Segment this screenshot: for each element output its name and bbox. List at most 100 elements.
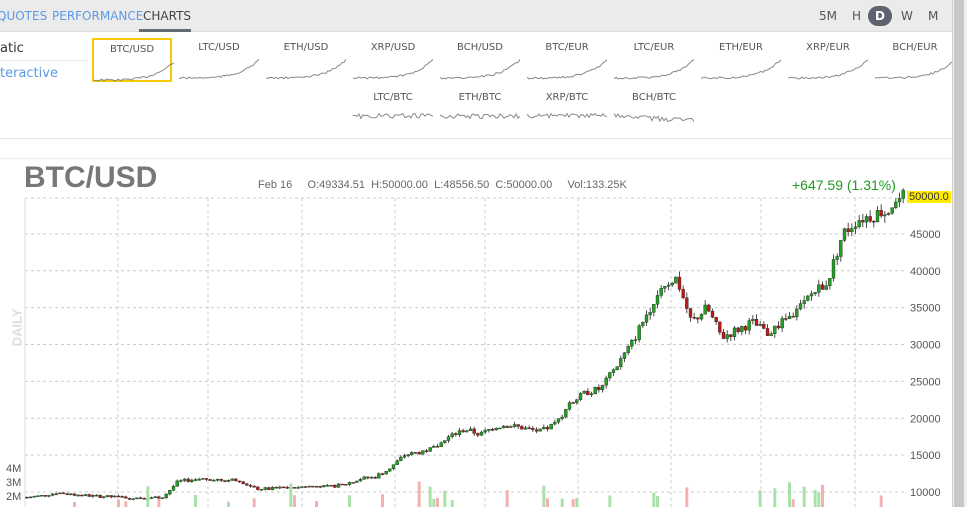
y-tick-label: 15000 xyxy=(910,450,941,462)
candle xyxy=(256,486,260,490)
candle xyxy=(446,436,451,441)
candle xyxy=(490,429,495,431)
candle xyxy=(285,487,289,489)
candle xyxy=(347,482,352,485)
candle xyxy=(619,358,623,367)
candle xyxy=(637,325,641,340)
volume-bar xyxy=(157,498,161,507)
candle xyxy=(699,314,704,320)
candle xyxy=(520,426,524,430)
candle xyxy=(556,418,561,423)
volume-bar xyxy=(417,481,421,507)
candle xyxy=(322,485,326,488)
candle xyxy=(252,485,256,488)
volume-bar xyxy=(817,492,821,507)
candle xyxy=(25,496,29,499)
high: H:50000.00 xyxy=(371,179,429,191)
candle xyxy=(754,318,759,326)
volume-bar xyxy=(608,495,612,507)
candle xyxy=(512,424,517,427)
scrollbar[interactable] xyxy=(952,0,967,507)
candle xyxy=(28,496,33,499)
candle xyxy=(740,326,744,332)
candle xyxy=(58,492,62,495)
candle xyxy=(102,496,106,498)
price-chart[interactable]: 45000 40000 35000 30000 25000 20000 15000 10000… xyxy=(0,0,952,507)
candle xyxy=(43,495,47,497)
volume-bar xyxy=(428,486,432,507)
candle xyxy=(248,485,253,487)
candle xyxy=(534,429,539,432)
candle xyxy=(410,452,414,456)
candle xyxy=(432,446,436,448)
candle xyxy=(138,497,143,500)
candle xyxy=(395,460,399,465)
candle xyxy=(135,497,139,500)
volume-bar xyxy=(791,499,795,507)
candle xyxy=(861,220,865,223)
candle xyxy=(175,480,179,487)
candle xyxy=(743,326,748,331)
candle xyxy=(509,426,513,428)
candle xyxy=(340,483,344,486)
candle xyxy=(472,428,476,434)
candle xyxy=(109,495,113,498)
candle xyxy=(872,221,876,223)
candle xyxy=(593,387,597,394)
candle xyxy=(714,317,718,323)
candle xyxy=(791,316,795,318)
period-label: DAILY xyxy=(9,308,25,347)
candle xyxy=(516,424,520,427)
candle xyxy=(736,327,740,332)
candle xyxy=(241,481,245,485)
candle xyxy=(197,479,201,481)
candle xyxy=(747,320,751,331)
candle xyxy=(897,198,902,203)
candle xyxy=(674,276,678,284)
candle xyxy=(336,483,341,488)
volume-bar xyxy=(348,495,351,507)
candle xyxy=(608,372,612,379)
volume-tick-label: 2M xyxy=(6,491,21,503)
candle xyxy=(153,496,157,498)
candle xyxy=(204,478,209,480)
candle xyxy=(802,300,806,304)
candle xyxy=(91,495,95,497)
candle xyxy=(454,433,458,435)
chart-title: BTC/USD xyxy=(24,161,158,194)
candle xyxy=(461,430,465,433)
candle xyxy=(245,483,249,486)
y-tick-label: 10000 xyxy=(910,487,941,499)
candle xyxy=(670,283,674,286)
candle xyxy=(523,427,528,430)
candle xyxy=(549,423,553,430)
candle xyxy=(402,455,407,458)
candle xyxy=(157,496,161,499)
candle xyxy=(846,228,850,232)
volume-bar xyxy=(227,501,230,507)
candle xyxy=(758,324,762,326)
candle xyxy=(685,297,689,309)
candle xyxy=(773,325,777,334)
volume-bar xyxy=(813,490,817,507)
candle xyxy=(428,447,432,452)
candle xyxy=(50,493,55,496)
candle xyxy=(61,492,66,495)
candle xyxy=(450,433,454,437)
candle xyxy=(663,286,667,289)
y-tick-label: 25000 xyxy=(910,376,941,388)
candle xyxy=(54,493,58,496)
candle xyxy=(831,259,836,279)
volume-bar xyxy=(252,498,256,507)
candle xyxy=(292,487,297,489)
candle xyxy=(424,450,429,452)
candle xyxy=(626,346,630,353)
y-tick-label: 45000 xyxy=(910,229,941,241)
scrollbar-thumb[interactable] xyxy=(954,0,964,507)
candle xyxy=(809,293,814,297)
candle xyxy=(553,421,557,425)
candle xyxy=(160,497,165,499)
candle xyxy=(732,327,737,337)
candle xyxy=(105,495,110,497)
volume-bar xyxy=(381,494,384,507)
